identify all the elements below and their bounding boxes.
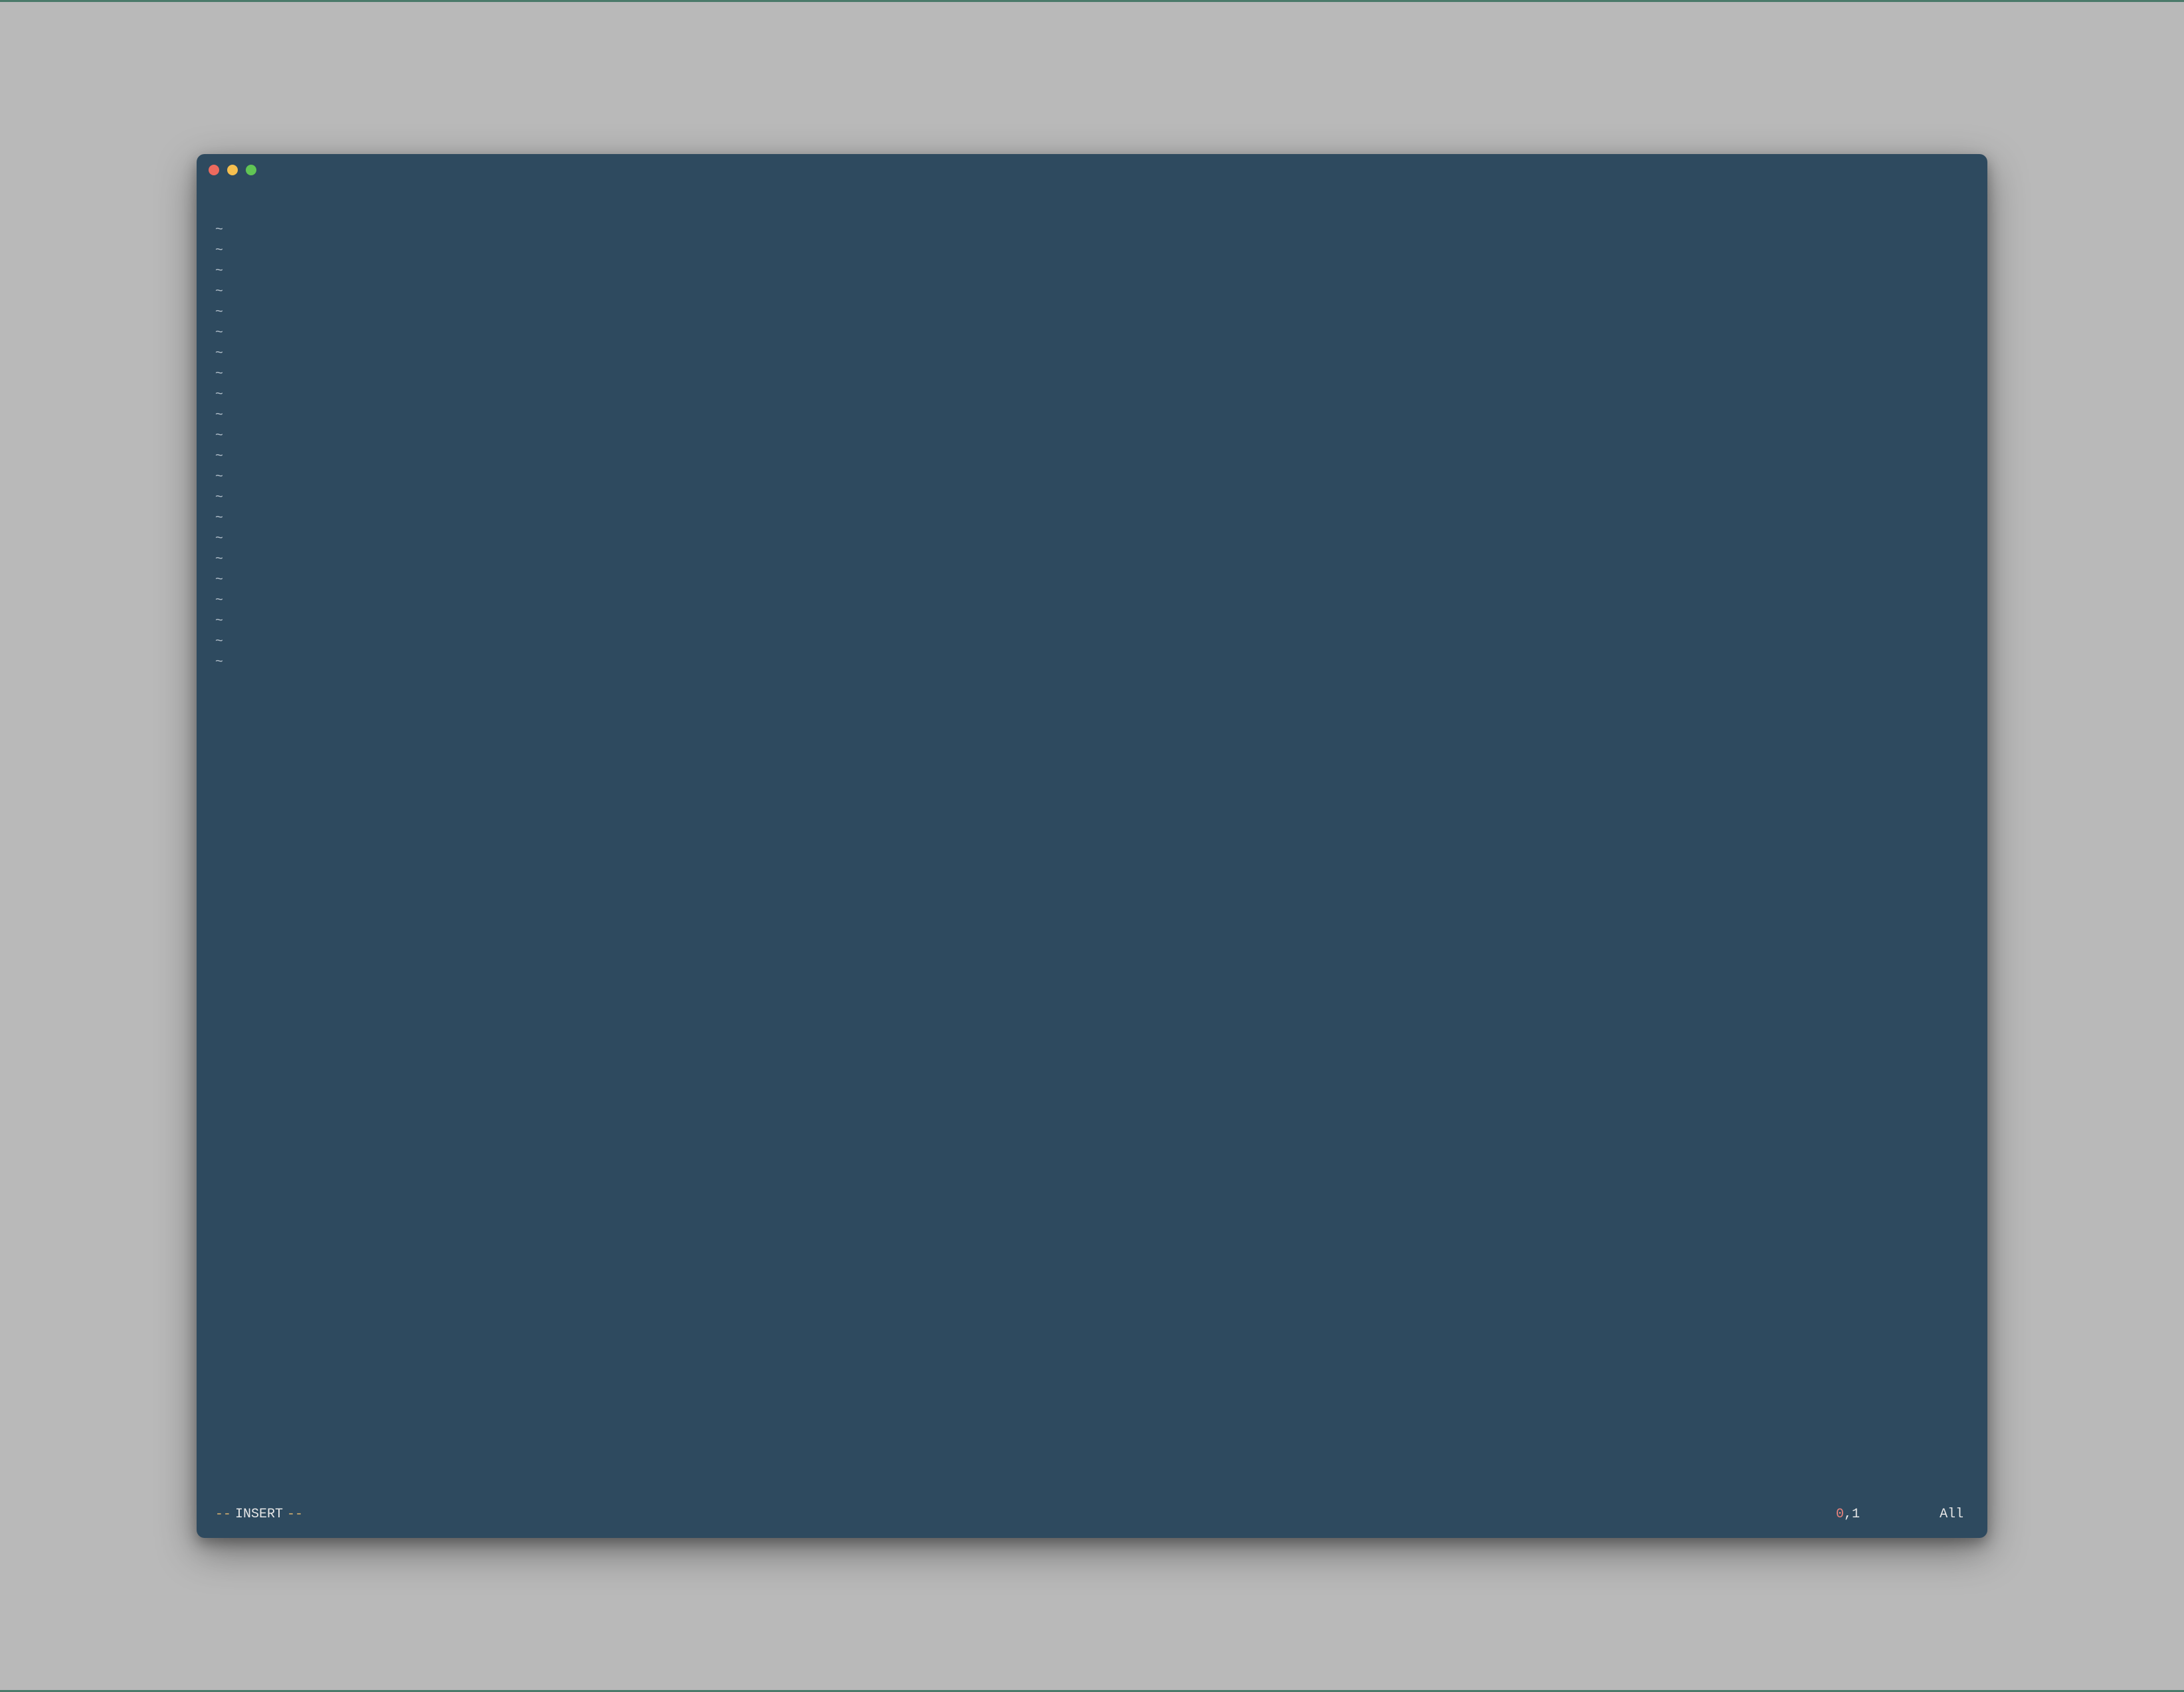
mode-dash-left: -- (215, 1507, 231, 1522)
titlebar (197, 154, 1987, 186)
editor-current-line[interactable] (215, 199, 1969, 220)
maximize-window-button[interactable] (246, 165, 256, 175)
minimize-window-button[interactable] (227, 165, 238, 175)
empty-line-marker: ~ (215, 632, 1969, 652)
empty-line-marker: ~ (215, 220, 1969, 240)
cursor-position: 0,1 (1836, 1507, 1860, 1522)
status-line: -- INSERT -- 0,1 All (197, 1501, 1987, 1538)
empty-line-marker: ~ (215, 302, 1969, 323)
empty-line-marker: ~ (215, 323, 1969, 343)
cursor-row: 0 (1836, 1507, 1844, 1522)
empty-line-marker: ~ (215, 446, 1969, 467)
close-window-button[interactable] (209, 165, 219, 175)
empty-line-marker: ~ (215, 364, 1969, 384)
empty-line-marker: ~ (215, 529, 1969, 549)
cursor-col: 1 (1852, 1507, 1860, 1522)
empty-line-marker: ~ (215, 426, 1969, 446)
empty-line-marker: ~ (215, 570, 1969, 590)
buffer-lines: ~~~~~~~~~~~~~~~~~~~~~~ (215, 199, 1969, 1501)
empty-line-marker: ~ (215, 405, 1969, 426)
empty-line-marker: ~ (215, 487, 1969, 508)
cursor-sep: , (1844, 1507, 1852, 1522)
mode-label: INSERT (235, 1507, 283, 1522)
editor-area[interactable]: ~~~~~~~~~~~~~~~~~~~~~~ (197, 186, 1987, 1501)
empty-line-marker: ~ (215, 508, 1969, 529)
empty-line-marker: ~ (215, 343, 1969, 364)
empty-line-marker: ~ (215, 261, 1969, 282)
scroll-indicator: All (1940, 1507, 1963, 1522)
empty-line-marker: ~ (215, 652, 1969, 673)
empty-line-marker: ~ (215, 549, 1969, 570)
empty-line-marker: ~ (215, 590, 1969, 611)
mode-dash-right: -- (287, 1507, 303, 1522)
empty-line-marker: ~ (215, 240, 1969, 261)
empty-line-marker: ~ (215, 611, 1969, 632)
empty-line-marker: ~ (215, 282, 1969, 302)
empty-line-marker: ~ (215, 467, 1969, 487)
terminal-window: ~~~~~~~~~~~~~~~~~~~~~~ -- INSERT -- 0,1 … (197, 154, 1987, 1538)
empty-line-marker: ~ (215, 384, 1969, 405)
